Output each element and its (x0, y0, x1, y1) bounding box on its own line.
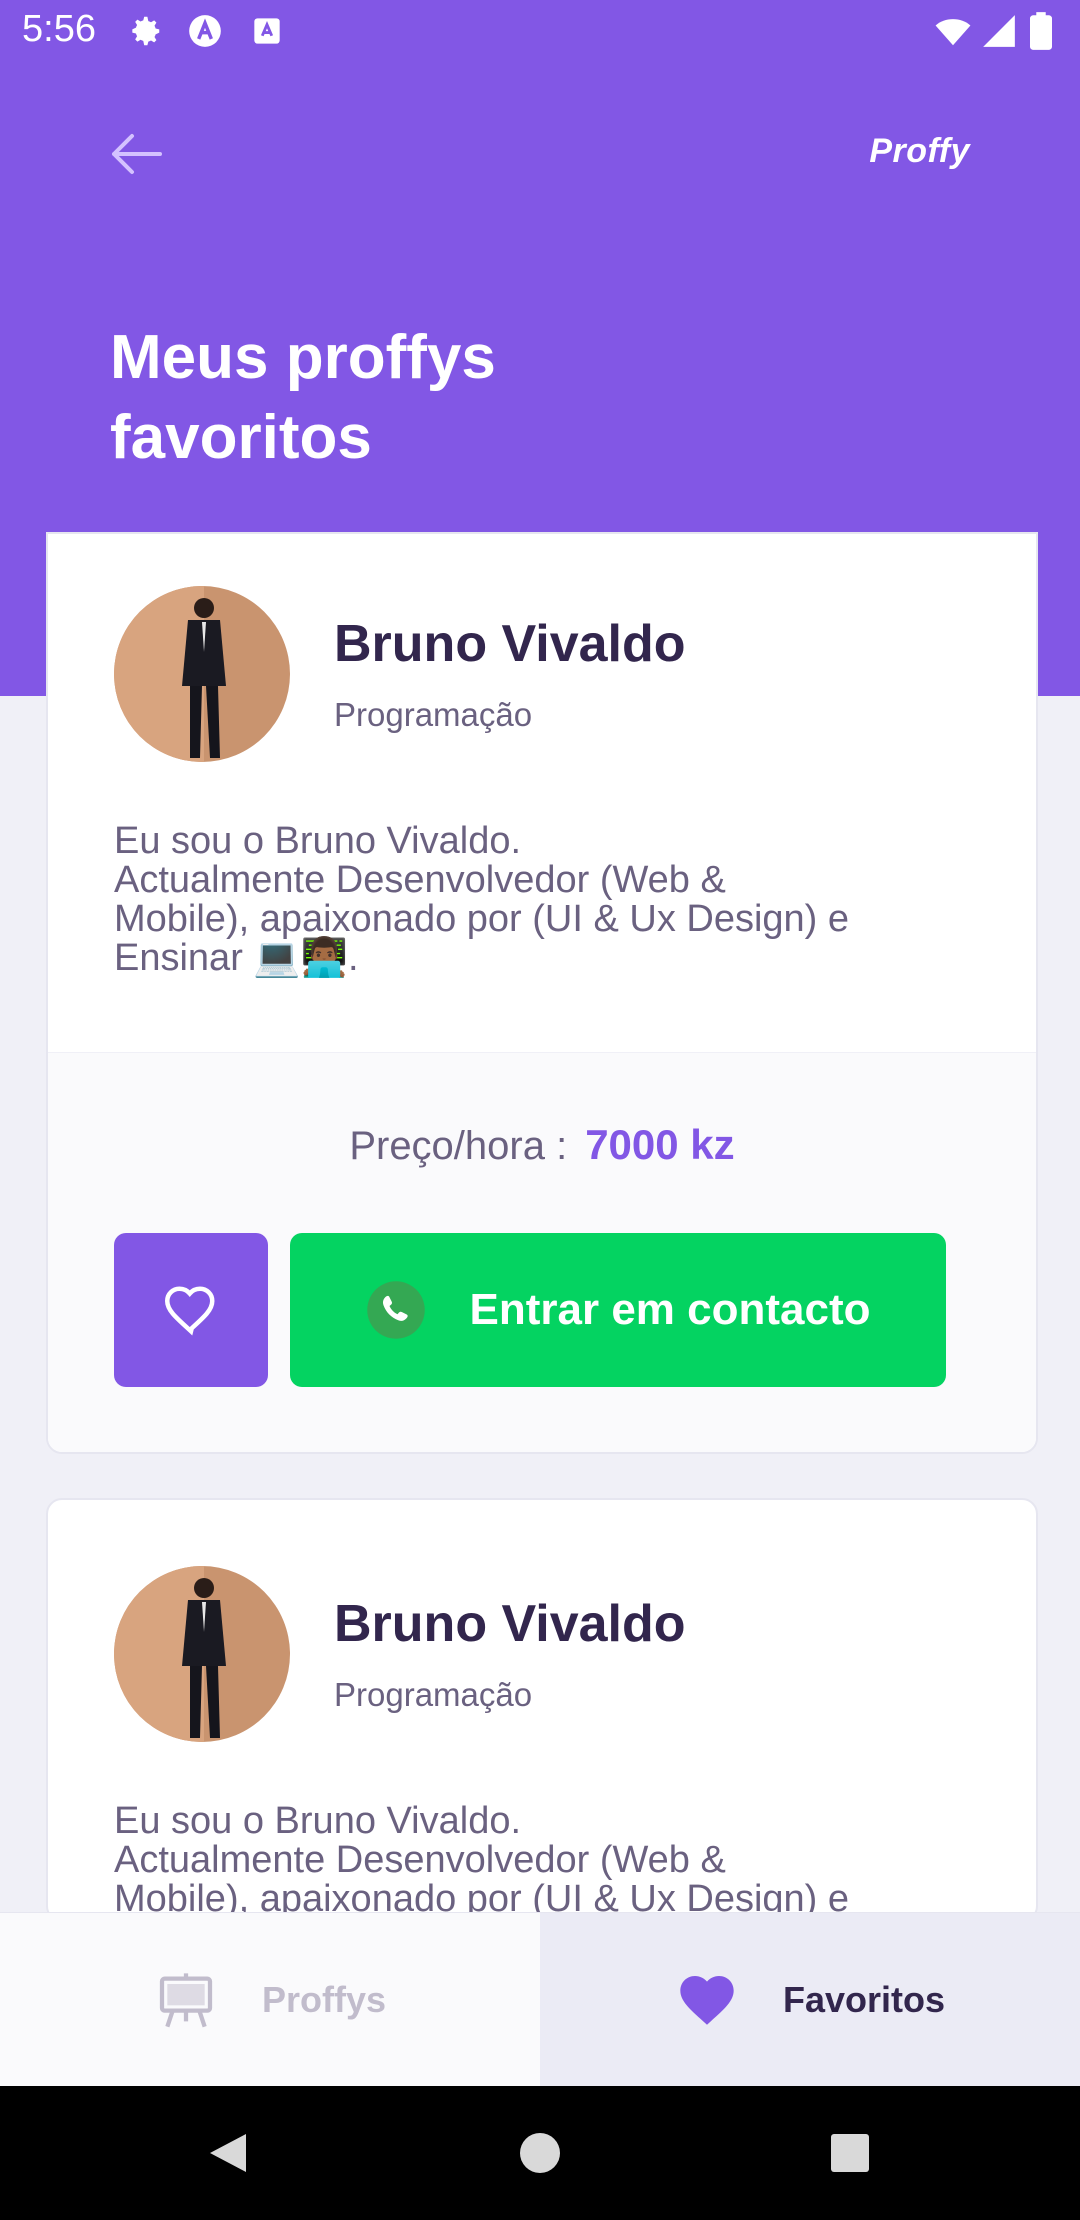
tab-favoritos[interactable]: Favoritos (540, 1913, 1080, 2087)
contact-button-label: Entrar em contacto (469, 1285, 871, 1334)
app-store-icon (248, 12, 286, 50)
circle-home-icon (520, 2133, 560, 2173)
teacher-subject: Programação (334, 696, 533, 733)
settings-icon (126, 12, 164, 50)
teacher-name: Bruno Vivaldo (334, 1595, 686, 1653)
avatar (114, 1566, 290, 1742)
heart-icon (680, 1976, 734, 2025)
teacher-bio: Eu sou o Bruno Vivaldo. Actualmente Dese… (114, 1800, 850, 1920)
whatsapp-icon (366, 1281, 425, 1339)
page-title: Meus proffys favoritos (110, 323, 496, 472)
price-value: 7000 kz (585, 1121, 735, 1168)
teacher-name: Bruno Vivaldo (334, 615, 686, 673)
arrow-left-icon (112, 134, 162, 174)
nav-recents-button[interactable] (815, 2118, 885, 2188)
app-a-icon (186, 12, 224, 50)
back-button[interactable] (108, 130, 164, 178)
card-footer: Preço/hora : 7000 kz Entrar em contacto (48, 1052, 1036, 1452)
system-nav-bar (0, 2086, 1080, 2220)
tab-favoritos-label: Favoritos (782, 1979, 946, 2020)
teacher-card: Bruno Vivaldo Programação Eu sou o Bruno… (46, 1498, 1038, 1922)
wifi-icon (934, 12, 972, 50)
teacher-subject: Programação (334, 1676, 533, 1713)
tab-proffys-label: Proffys (261, 1979, 387, 2020)
triangle-back-icon (210, 2134, 246, 2172)
teacher-bio: Eu sou o Bruno Vivaldo. Actualmente Dese… (114, 820, 850, 979)
contact-button[interactable]: Entrar em contacto (290, 1233, 946, 1387)
tab-bar: Proffys Favoritos (0, 1912, 1080, 2087)
easel-icon (159, 1973, 213, 2028)
teacher-card: Bruno Vivaldo Programação Eu sou o Bruno… (46, 532, 1038, 1454)
status-time: 5:56 (22, 8, 96, 50)
price-label: Preço/hora : (349, 1124, 568, 1168)
nav-back-button[interactable] (192, 2118, 262, 2188)
tab-proffys[interactable]: Proffys (0, 1913, 540, 2087)
heart-outline-icon (164, 1286, 215, 1336)
unfavorite-button[interactable] (114, 1233, 268, 1387)
cell-signal-icon (980, 12, 1018, 50)
square-recents-icon (831, 2134, 869, 2172)
battery-icon (1028, 12, 1054, 50)
avatar (114, 586, 290, 762)
brand-logo: Proffy (869, 132, 970, 170)
status-bar: 5:56 (0, 0, 1080, 66)
nav-home-button[interactable] (505, 2118, 575, 2188)
price-row: Preço/hora : 7000 kz (48, 1121, 1036, 1169)
